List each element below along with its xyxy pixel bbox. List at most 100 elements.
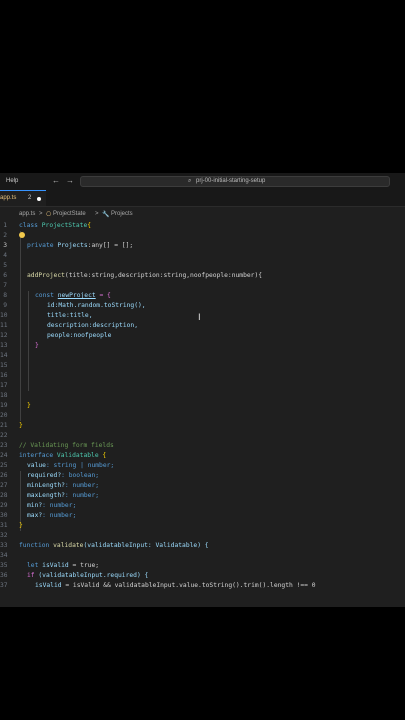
code-line[interactable]: 1 class ProjectState{	[0, 221, 405, 231]
code-line[interactable]: 14	[0, 351, 405, 361]
code-line[interactable]: 16	[0, 371, 405, 381]
code-line[interactable]: 33 function validate(validatableInput: Va…	[0, 541, 405, 551]
code-line[interactable]: 28 maxLength?: number;	[0, 491, 405, 501]
code-line[interactable]: 4	[0, 251, 405, 261]
line-number: 32	[0, 532, 8, 539]
line-number: 36	[0, 572, 8, 579]
code-line[interactable]: 7	[0, 281, 405, 291]
code-token: interface	[19, 452, 54, 459]
code-line[interactable]: 27 minLength?: number;	[0, 481, 405, 491]
line-number: 16	[0, 372, 8, 379]
code-token: description:description,	[47, 322, 138, 329]
code-line[interactable]: 9 id:Math.random.toString(),	[0, 301, 405, 311]
code-line[interactable]: 11 description:description,	[0, 321, 405, 331]
code-token: value	[27, 462, 46, 469]
code-token: maxLength?: number;	[27, 491, 99, 501]
code-line[interactable]: 13}	[0, 341, 405, 351]
code-token: required?	[27, 472, 62, 479]
line-number: 14	[0, 352, 8, 359]
code-line[interactable]: 23 // Validating form fields	[0, 441, 405, 451]
code-token: min?	[27, 502, 43, 509]
breadcrumb-file[interactable]: app.ts	[19, 211, 35, 217]
line-number: 10	[0, 312, 8, 319]
code-token: (validatableInput.required) {	[34, 572, 149, 579]
line-number: 15	[0, 362, 8, 369]
breadcrumb-member[interactable]: Projects	[111, 211, 133, 217]
breadcrumb-class[interactable]: ProjectState	[53, 211, 86, 217]
unsaved-dot-icon[interactable]	[37, 197, 41, 201]
line-number: 35	[0, 562, 8, 569]
lightbulb-icon[interactable]	[19, 232, 25, 238]
code-line[interactable]: 36 if (validatableInput.required) {	[0, 571, 405, 581]
code-line[interactable]: 19}	[0, 401, 405, 411]
line-number: 25	[0, 462, 8, 469]
code-token: private Projects:any[] = [];	[27, 241, 133, 251]
code-line[interactable]: 18	[0, 391, 405, 401]
code-line[interactable]: 5	[0, 261, 405, 271]
code-token: let	[27, 562, 39, 569]
command-center-search[interactable]: ⌕ prj-00-initial-starting-setup	[80, 176, 390, 187]
code-line[interactable]: 24 interface Validatable {	[0, 451, 405, 461]
code-token: id:Math.random.toString(),	[47, 302, 146, 309]
code-line[interactable]: 6 addProject(title:string,description:str…	[0, 271, 405, 281]
code-line[interactable]: 35 let isValid = true;	[0, 561, 405, 571]
code-token: class	[19, 222, 38, 229]
wrench-icon: 🔧	[102, 212, 110, 218]
line-number: 28	[0, 492, 8, 499]
line-number: 5	[3, 262, 7, 269]
code-token: if (validatableInput.required) {	[27, 571, 148, 581]
code-token: let isValid = true;	[27, 561, 99, 571]
code-token: : number;	[42, 502, 77, 509]
code-token: : number;	[64, 492, 100, 499]
code-line[interactable]: 10 title:title,	[0, 311, 405, 321]
menu-help[interactable]: Help	[6, 178, 18, 184]
line-number: 18	[0, 392, 8, 399]
breadcrumb-separator: >	[39, 211, 43, 217]
code-line[interactable]: 20	[0, 411, 405, 421]
code-token: max?: number;	[27, 511, 76, 521]
code-line[interactable]: 25 value: string | number;	[0, 461, 405, 471]
code-token: // Validating form fields	[19, 442, 114, 449]
breadcrumb-separator: >	[95, 211, 99, 217]
code-line[interactable]: 17	[0, 381, 405, 391]
code-line[interactable]: 29 min?: number;	[0, 501, 405, 511]
code-line[interactable]: 3 private Projects:any[] = [];	[0, 241, 405, 251]
code-token: {	[87, 222, 92, 229]
code-line[interactable]: 15	[0, 361, 405, 371]
code-token: maxLength?	[27, 492, 65, 499]
code-token: minLength?: number;	[27, 481, 99, 491]
code-line[interactable]: 32	[0, 531, 405, 541]
line-number: 9	[3, 302, 7, 309]
code-line[interactable]: 21}	[0, 421, 405, 431]
tab-app-ts[interactable]: app.ts 2	[0, 190, 46, 206]
code-token: : number;	[64, 482, 100, 489]
code-token: isValid	[42, 562, 69, 569]
back-arrow-icon[interactable]: ←	[52, 176, 60, 185]
search-text: prj-00-initial-starting-setup	[196, 178, 266, 184]
code-token: isValid	[35, 582, 62, 589]
code-line[interactable]: 12 people:noofpeople	[0, 331, 405, 341]
forward-arrow-icon[interactable]: →	[66, 176, 74, 185]
tab-bar: app.ts 2	[0, 190, 405, 207]
code-token: (title:string,description:string,noofpeo…	[64, 272, 263, 279]
line-number: 23	[0, 442, 8, 449]
code-line[interactable]: 37 isValid = isValid && validatableInput.…	[0, 581, 405, 591]
line-number: 30	[0, 512, 8, 519]
line-number: 7	[3, 282, 7, 289]
code-line[interactable]: 30 max?: number;	[0, 511, 405, 521]
code-token: value: string | number;	[27, 461, 114, 471]
code-line[interactable]: 26 required?: boolean;	[0, 471, 405, 481]
line-number: 3	[3, 242, 7, 249]
code-token: const	[35, 292, 54, 299]
code-token: = true;	[68, 562, 100, 569]
code-token: private	[27, 242, 54, 249]
code-token: validate	[53, 542, 84, 549]
code-token: :any[] = [];	[87, 242, 134, 249]
code-line[interactable]: 8 const newProject = {	[0, 291, 405, 301]
code-line[interactable]: 2	[0, 231, 405, 241]
code-line[interactable]: 31}	[0, 521, 405, 531]
editor-window: Help ← → ⌕ prj-00-initial-starting-setup…	[0, 173, 405, 607]
line-number: 12	[0, 332, 8, 339]
code-line[interactable]: 34	[0, 551, 405, 561]
code-line[interactable]: 22	[0, 431, 405, 441]
